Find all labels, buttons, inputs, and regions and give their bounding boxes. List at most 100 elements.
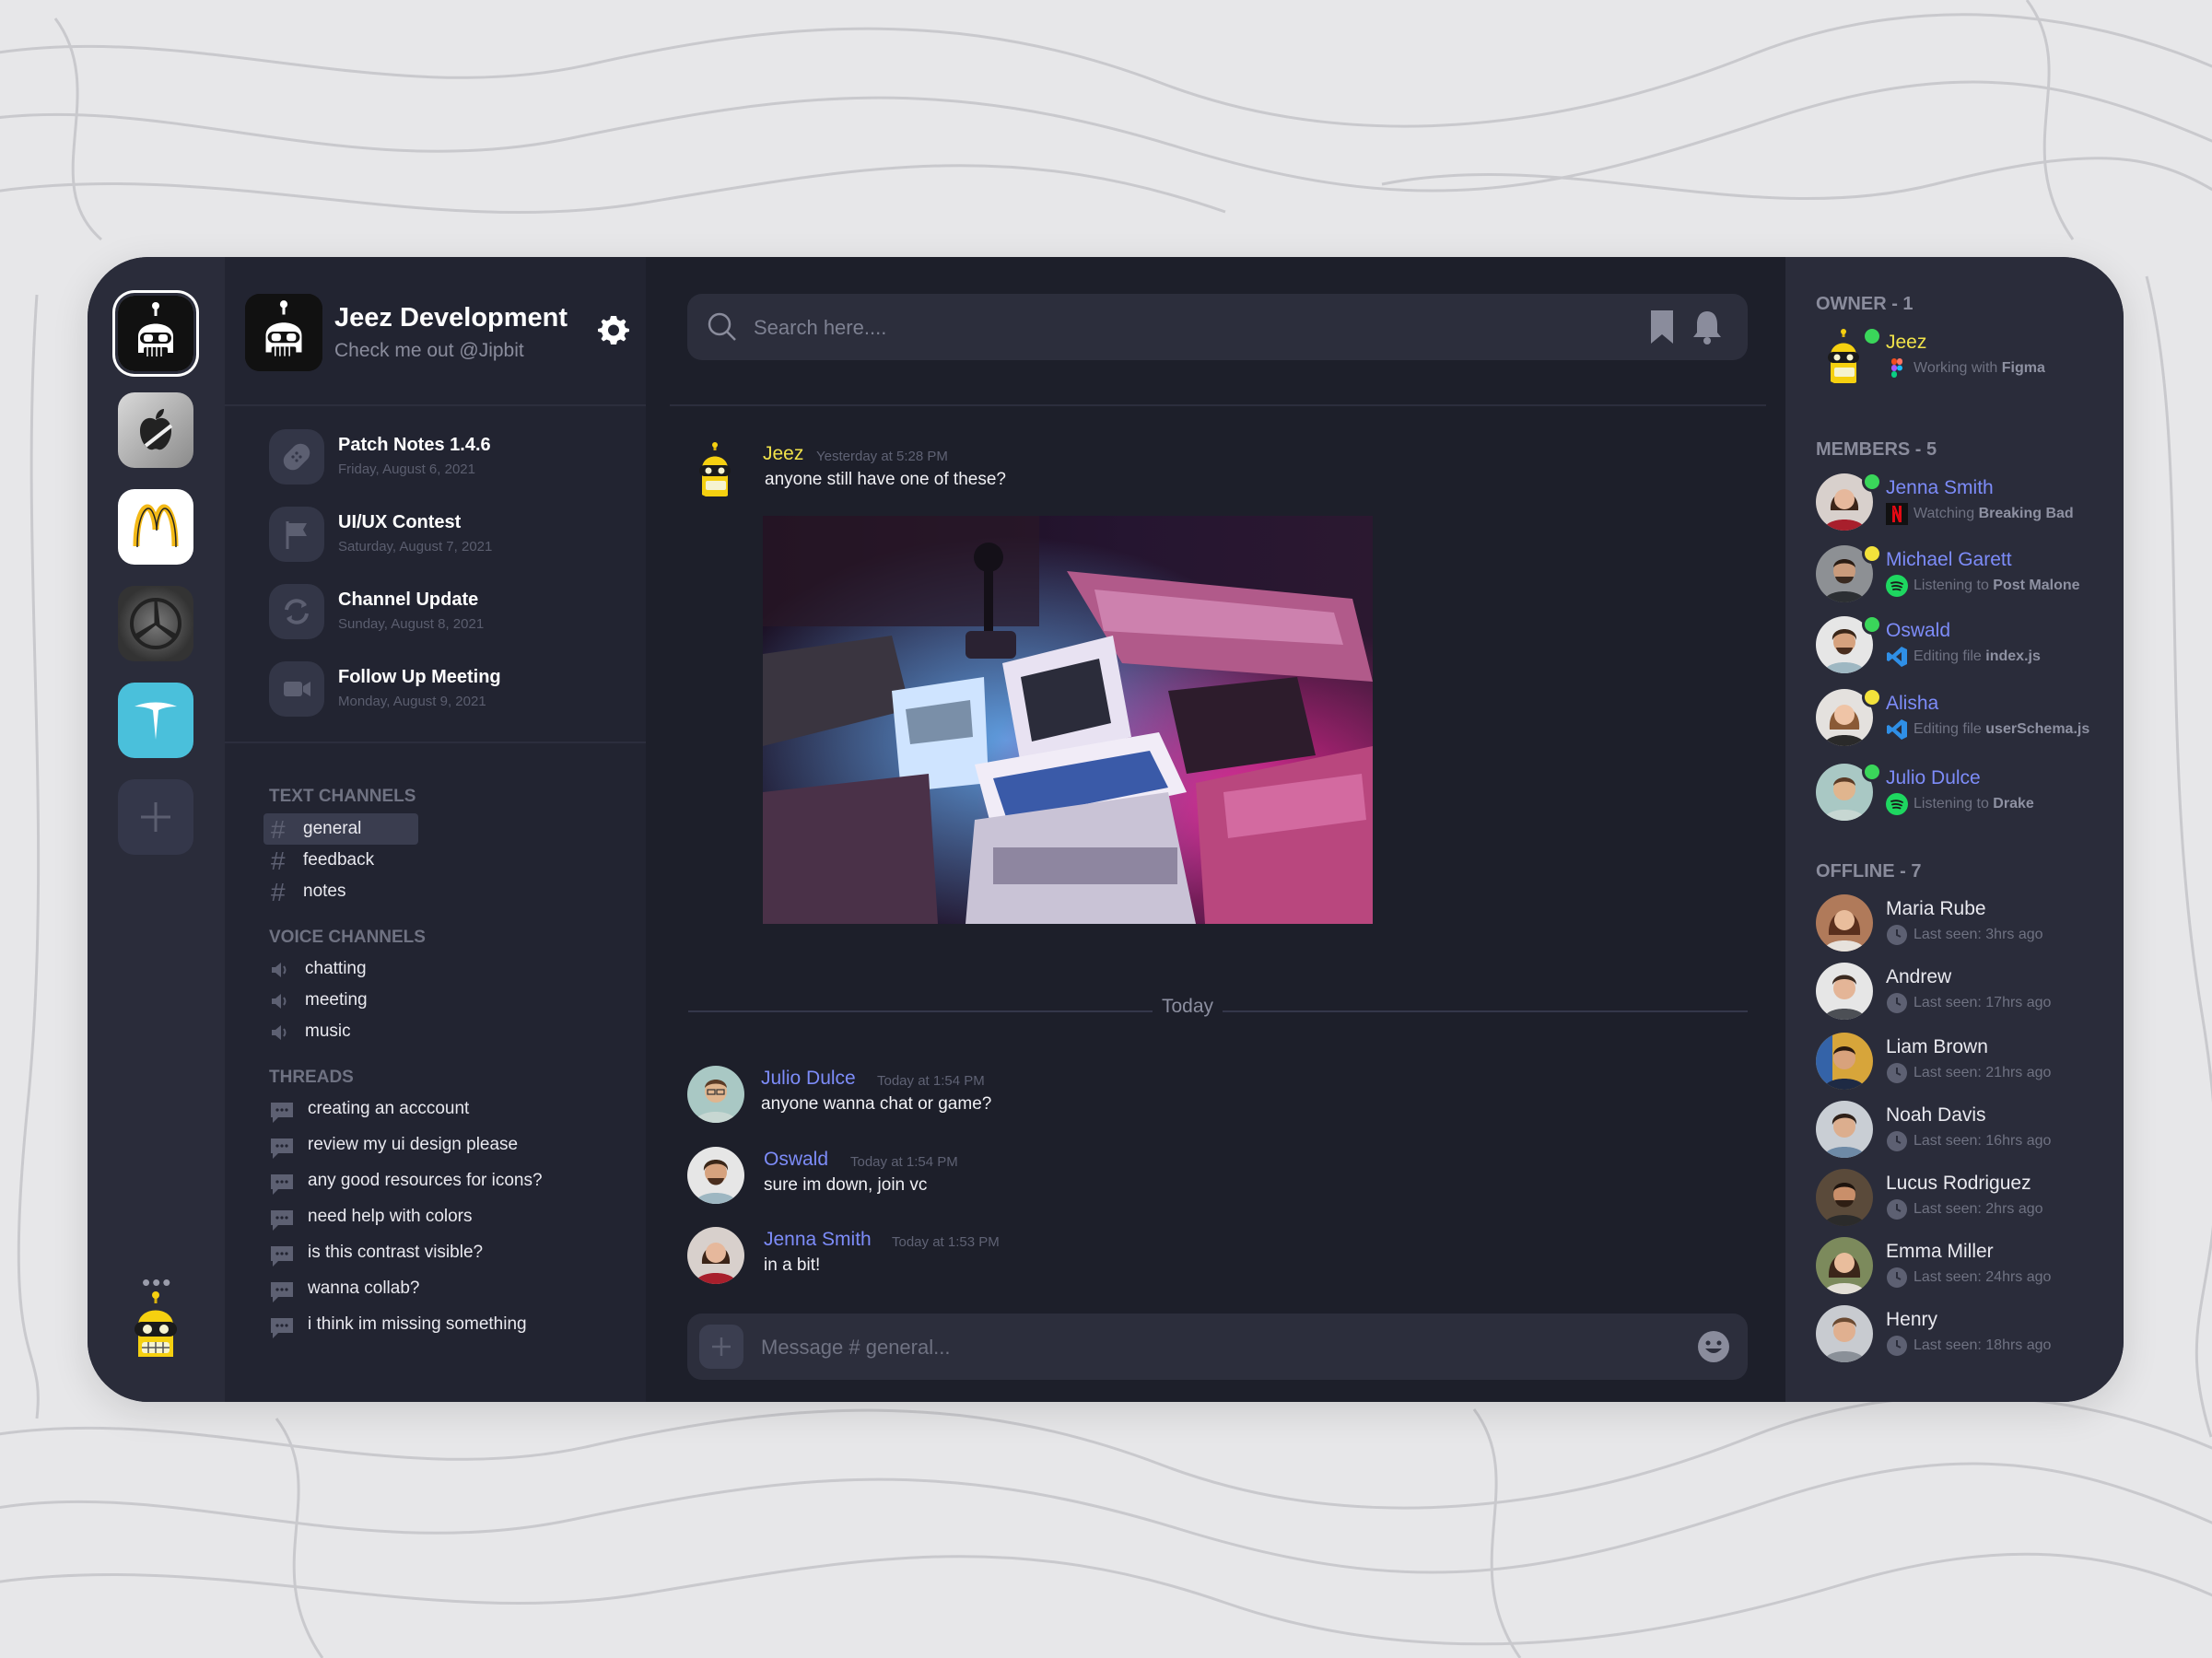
channel-notes[interactable]: # notes: [263, 876, 595, 907]
offline-heading: OFFLINE - 7: [1816, 861, 1922, 882]
member-jenna-smith[interactable]: Jenna Smith Watching Breaking Bad: [1816, 472, 2120, 534]
offline-member[interactable]: Liam Brown Last seen: 21hrs ago: [1816, 1033, 2120, 1093]
announcement-item[interactable]: Channel Update Sunday, August 8, 2021: [269, 584, 619, 641]
vscode-icon: [1887, 647, 1907, 667]
offline-member[interactable]: Emma Miller Last seen: 24hrs ago: [1816, 1237, 2120, 1298]
server-mercedes[interactable]: [118, 586, 193, 661]
avatar[interactable]: [687, 1227, 744, 1284]
member-name: Henry: [1886, 1309, 1938, 1330]
offline-member[interactable]: Henry Last seen: 18hrs ago: [1816, 1305, 2120, 1366]
member-status-text: Last seen: 16hrs ago: [1914, 1133, 2052, 1149]
member-status: Working with Figma: [1886, 356, 2124, 380]
announcement-title: Follow Up Meeting: [338, 667, 501, 687]
message-author[interactable]: Oswald: [764, 1149, 828, 1171]
member-name: Emma Miller: [1886, 1241, 1994, 1262]
thread-item[interactable]: i think im missing something: [269, 1311, 619, 1342]
server-apple[interactable]: [118, 392, 193, 468]
thread-item[interactable]: creating an acccount: [269, 1095, 619, 1127]
add-server-button[interactable]: [118, 779, 193, 855]
search-bar: [687, 294, 1748, 360]
server-jeez[interactable]: [118, 296, 193, 371]
member-owner[interactable]: Jeez Working with Figma: [1816, 326, 2120, 389]
member-status-text: Working with Figma: [1914, 360, 2045, 376]
liam-avatar-icon: [1816, 1033, 1873, 1090]
clock-icon: [1887, 1199, 1907, 1220]
search-icon[interactable]: [706, 310, 739, 344]
message-time: Today at 1:54 PM: [850, 1154, 958, 1170]
online-status-dot: [1862, 614, 1882, 635]
user-avatar[interactable]: [118, 1289, 193, 1364]
clock-icon: [1887, 1131, 1907, 1151]
thread-label: review my ui design please: [308, 1135, 519, 1154]
offline-member[interactable]: Andrew Last seen: 17hrs ago: [1816, 963, 2120, 1023]
message-image[interactable]: [763, 516, 1373, 924]
channel-label: chatting: [305, 959, 367, 978]
member-status-text: Last seen: 17hrs ago: [1914, 995, 2052, 1010]
member-michael-garett[interactable]: Michael Garett Listening to Post Malone: [1816, 543, 2120, 606]
member-julio-dulce[interactable]: Julio Dulce Listening to Drake: [1816, 762, 2120, 824]
noah-avatar-icon: [1816, 1101, 1873, 1158]
voice-channels-heading: VOICE CHANNELS: [269, 928, 426, 947]
attach-button[interactable]: [699, 1325, 743, 1369]
message-input[interactable]: [759, 1330, 1638, 1365]
avatar[interactable]: [687, 441, 744, 498]
julio-avatar-icon: [687, 1066, 744, 1123]
server-mcdonalds[interactable]: [118, 489, 193, 565]
channel-general[interactable]: # general: [263, 813, 595, 845]
message-text: anyone wanna chat or game?: [761, 1094, 992, 1114]
search-input[interactable]: [752, 310, 1585, 345]
emoji-icon[interactable]: [1695, 1328, 1732, 1365]
avatar: [1816, 894, 1873, 952]
thread-item[interactable]: any good resources for icons?: [269, 1167, 619, 1198]
avatar: [1816, 1237, 1873, 1294]
gear-icon[interactable]: [598, 314, 629, 345]
avatar: [1816, 1305, 1873, 1362]
announcement-item[interactable]: UI/UX Contest Saturday, August 7, 2021: [269, 507, 619, 564]
member-status: Editing file index.js: [1886, 645, 2124, 669]
offline-member[interactable]: Noah Davis Last seen: 16hrs ago: [1816, 1101, 2120, 1162]
channel-label: feedback: [303, 850, 375, 870]
thread-item[interactable]: wanna collab?: [269, 1275, 619, 1306]
thread-item[interactable]: need help with colors: [269, 1203, 619, 1234]
message-time: Today at 1:53 PM: [892, 1234, 1000, 1250]
message: Oswald Today at 1:54 PM sure im down, jo…: [687, 1147, 1747, 1208]
voice-channel-music[interactable]: music: [269, 1018, 601, 1047]
member-oswald[interactable]: Oswald Editing file index.js: [1816, 614, 2120, 677]
server-tesla[interactable]: [118, 683, 193, 758]
member-alisha[interactable]: Alisha Editing file userSchema.js: [1816, 687, 2120, 750]
idle-status-dot: [1862, 543, 1882, 564]
online-status-dot: [1862, 326, 1882, 346]
text-channels-heading: TEXT CHANNELS: [269, 787, 416, 806]
voice-channel-meeting[interactable]: meeting: [269, 987, 601, 1016]
thread-item[interactable]: is this contrast visible?: [269, 1239, 619, 1270]
bell-icon[interactable]: [1691, 309, 1723, 345]
offline-member[interactable]: Lucus Rodriguez Last seen: 2hrs ago: [1816, 1169, 2120, 1230]
members-heading: MEMBERS - 5: [1816, 439, 1937, 460]
idle-status-dot: [1862, 687, 1882, 707]
avatar[interactable]: [687, 1066, 744, 1123]
member-name: Michael Garett: [1886, 549, 2012, 570]
thread-label: is this contrast visible?: [308, 1243, 484, 1262]
announcement-item[interactable]: Follow Up Meeting Monday, August 9, 2021: [269, 661, 619, 718]
message: Julio Dulce Today at 1:54 PM anyone wann…: [687, 1066, 1747, 1127]
message-author[interactable]: Julio Dulce: [761, 1068, 856, 1090]
netflix-icon: [1886, 503, 1908, 525]
plus-icon: [141, 802, 170, 832]
message-author[interactable]: Jenna Smith: [764, 1229, 872, 1251]
announcement-date: Monday, August 9, 2021: [338, 694, 486, 709]
message-author[interactable]: Jeez: [763, 443, 803, 465]
avatar[interactable]: [687, 1147, 744, 1204]
voice-channel-chatting[interactable]: chatting: [269, 955, 601, 985]
channel-label: music: [305, 1022, 351, 1041]
chat-bubble-icon: [271, 1210, 293, 1231]
member-name: Jenna Smith: [1886, 477, 1994, 498]
channel-panel: Jeez Development Check me out @Jipbit Pa…: [225, 257, 646, 1402]
member-status: Last seen: 18hrs ago: [1886, 1334, 2124, 1358]
offline-member[interactable]: Maria Rube Last seen: 3hrs ago: [1816, 894, 2120, 955]
member-status: Last seen: 2hrs ago: [1886, 1197, 2124, 1221]
announcement-item[interactable]: Patch Notes 1.4.6 Friday, August 6, 2021: [269, 429, 619, 486]
bookmark-icon[interactable]: [1648, 309, 1676, 345]
server-header: Jeez Development Check me out @Jipbit: [245, 294, 632, 377]
thread-item[interactable]: review my ui design please: [269, 1131, 619, 1162]
channel-feedback[interactable]: # feedback: [263, 845, 595, 876]
